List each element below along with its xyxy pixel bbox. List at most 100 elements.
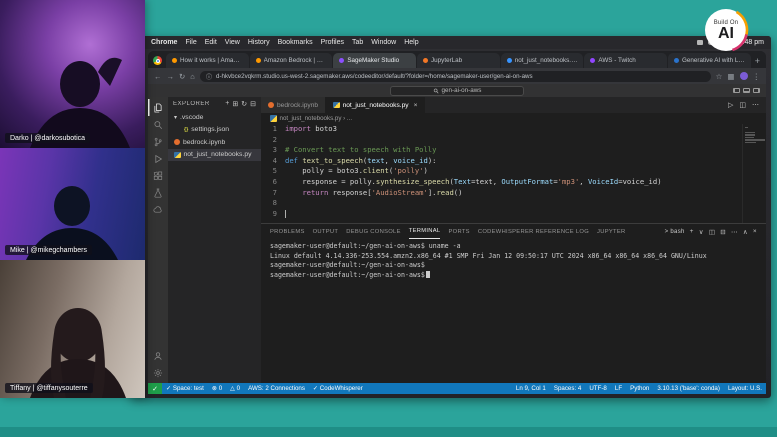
menubar-item-chrome[interactable]: Chrome (151, 39, 177, 46)
panel-tab-problems[interactable]: PROBLEMS (270, 224, 305, 239)
code-line[interactable]: 4def text_to_speech(text, voice_id): (261, 156, 766, 167)
settings-icon[interactable] (148, 364, 168, 381)
menubar-item-profiles[interactable]: Profiles (321, 39, 344, 46)
new-file-icon[interactable]: + (225, 100, 229, 108)
minimap[interactable] (742, 124, 766, 223)
toggle-panel-icon[interactable] (743, 88, 750, 94)
toggle-sidebar-icon[interactable] (733, 88, 740, 94)
chrome-logo-icon[interactable] (153, 56, 162, 65)
menubar-item-edit[interactable]: Edit (205, 39, 217, 46)
testing-icon[interactable] (148, 184, 168, 201)
file-item[interactable]: ▾.vscode (168, 111, 261, 124)
status-item[interactable]: ⊗0 (208, 385, 226, 392)
code-line[interactable]: 7 return response['AudioStream'].read() (261, 188, 766, 199)
new-folder-icon[interactable]: ⊞ (232, 100, 238, 108)
more-actions-icon[interactable]: ⋯ (752, 101, 759, 109)
refresh-icon[interactable]: ↻ (241, 100, 247, 108)
panel-tab-output[interactable]: OUTPUT (313, 224, 339, 239)
files-icon[interactable] (148, 99, 168, 116)
browser-tab[interactable]: How it works | Amazon Sag (166, 53, 249, 68)
panel-tab-codewhisperer-reference-log[interactable]: CODEWHISPERER REFERENCE LOG (478, 224, 589, 239)
close-panel-icon[interactable]: × (753, 228, 757, 235)
site-info-icon[interactable]: ⓘ (206, 72, 212, 81)
status-item[interactable]: ✓Space: test (162, 385, 208, 392)
shell-selector[interactable]: > bash (665, 229, 685, 235)
status-item[interactable]: AWS: 2 Connections (244, 385, 309, 392)
status-item[interactable]: ✓CodeWhisperer (309, 385, 367, 392)
status-item[interactable]: Ln 9, Col 1 (512, 385, 550, 392)
split-editor-icon[interactable]: ◫ (739, 101, 746, 109)
panel-tab-terminal[interactable]: TERMINAL (409, 224, 441, 239)
extensions-icon[interactable]: ▦ (727, 72, 734, 81)
home-button[interactable]: ⌂ (190, 72, 195, 81)
browser-tab[interactable]: AWS - Twitch (584, 53, 667, 68)
menubar-item-file[interactable]: File (185, 39, 196, 46)
account-icon[interactable] (148, 347, 168, 364)
status-item[interactable]: Python (626, 385, 653, 392)
browser-tab[interactable]: Generative AI with LLMs (668, 53, 751, 68)
status-item[interactable]: LF (611, 385, 626, 392)
status-item[interactable]: Spaces: 4 (550, 385, 586, 392)
panel-tab-debug-console[interactable]: DEBUG CONSOLE (346, 224, 400, 239)
search-icon[interactable] (148, 116, 168, 133)
command-center[interactable]: gen-ai-on-aws (390, 86, 524, 96)
code-line[interactable]: 9 (261, 209, 766, 220)
menubar-item-history[interactable]: History (248, 39, 270, 46)
reload-button[interactable]: ↻ (179, 72, 185, 81)
editor-tab[interactable]: not_just_notebooks.py× (326, 97, 425, 113)
browser-tab[interactable]: SageMaker Studio (333, 53, 416, 68)
panel-more-icon[interactable]: ⋯ (731, 228, 738, 236)
code-line[interactable]: 3# Convert text to speech with Polly (261, 145, 766, 156)
split-terminal-icon[interactable]: ◫ (709, 228, 715, 236)
toggle-secondary-sidebar-icon[interactable] (753, 88, 760, 94)
close-icon[interactable]: × (414, 102, 418, 109)
file-item[interactable]: not_just_notebooks.py (168, 149, 261, 162)
file-item[interactable]: {}settings.json (168, 124, 261, 137)
collapse-icon[interactable]: ⊟ (250, 100, 256, 108)
code-viewport[interactable]: 1import boto323# Convert text to speech … (261, 124, 766, 223)
kill-terminal-icon[interactable]: ⊟ (720, 228, 726, 236)
file-item[interactable]: bedrock.ipynb (168, 136, 261, 149)
editor-tab[interactable]: bedrock.ipynb (261, 97, 326, 113)
browser-tab[interactable]: not_just_notebooks.py - g (501, 53, 584, 68)
status-item[interactable]: 3.10.13 ('base': conda) (653, 385, 724, 392)
code-line[interactable]: 8 (261, 198, 766, 209)
browser-tab[interactable]: JupyterLab (417, 53, 500, 68)
menubar-item-view[interactable]: View (225, 39, 240, 46)
panel-tab-ports[interactable]: PORTS (448, 224, 469, 239)
battery-icon[interactable] (697, 40, 703, 45)
code-line[interactable]: 6 response = polly.synthesize_speech(Tex… (261, 177, 766, 188)
browser-tab[interactable]: Amazon Bedrock | us-west-2 (250, 53, 333, 68)
aws-icon[interactable] (148, 201, 168, 218)
terminal[interactable]: sagemaker-user@default:~/gen-ai-on-aws$ … (261, 239, 766, 383)
menubar-item-tab[interactable]: Tab (352, 39, 363, 46)
menubar-item-help[interactable]: Help (404, 39, 418, 46)
new-terminal-icon[interactable]: + (690, 228, 694, 235)
chrome-menu-icon[interactable]: ⋮ (753, 72, 761, 81)
run-debug-icon[interactable] (148, 150, 168, 167)
source-control-icon[interactable] (148, 133, 168, 150)
menubar-item-bookmarks[interactable]: Bookmarks (278, 39, 313, 46)
bookmark-star-icon[interactable]: ☆ (716, 72, 723, 81)
panel-tab-jupyter[interactable]: JUPYTER (597, 224, 626, 239)
code-line[interactable]: 1import boto3 (261, 124, 766, 135)
run-file-icon[interactable]: ▷ (728, 101, 733, 109)
status-item-icon: ⊗ (212, 386, 217, 392)
status-item[interactable]: Layout: U.S. (724, 385, 766, 392)
address-bar[interactable]: ⓘ d-hkvbce2vqkrm.studio.us-west-2.sagema… (200, 71, 711, 82)
activity-bar-top (148, 99, 168, 218)
code-line[interactable]: 5 polly = boto3.client('polly') (261, 166, 766, 177)
status-item[interactable]: UTF-8 (585, 385, 611, 392)
menubar-item-window[interactable]: Window (371, 39, 396, 46)
status-item[interactable]: △0 (226, 385, 244, 392)
profile-avatar[interactable] (740, 72, 748, 80)
remote-indicator[interactable]: ✓ (148, 383, 162, 394)
code-line[interactable]: 2 (261, 135, 766, 146)
breadcrumb[interactable]: not_just_notebooks.py › ... (261, 113, 766, 124)
forward-button[interactable]: → (167, 72, 175, 81)
back-button[interactable]: ← (154, 72, 162, 81)
terminal-dropdown-icon[interactable]: ∨ (699, 228, 704, 236)
maximize-panel-icon[interactable]: ∧ (743, 228, 748, 236)
new-tab-button[interactable]: + (755, 56, 760, 66)
extensions-icon[interactable] (148, 167, 168, 184)
